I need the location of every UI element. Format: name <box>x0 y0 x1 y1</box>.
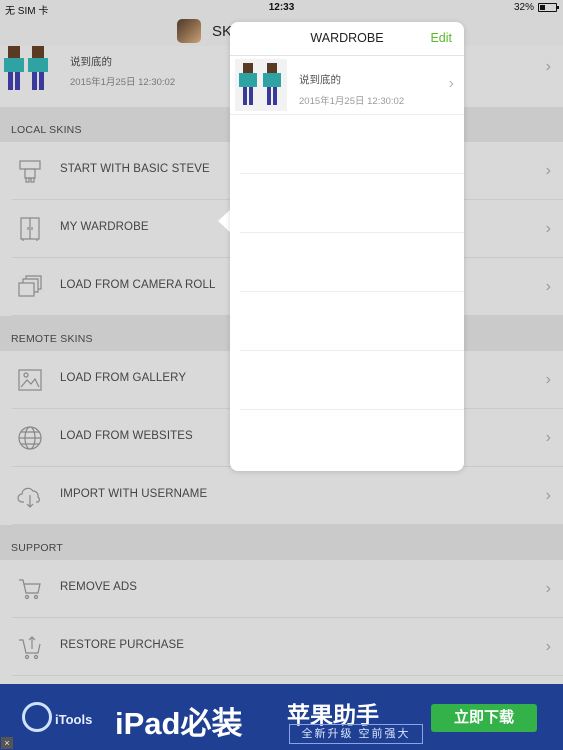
chevron-right-icon: › <box>545 162 551 179</box>
menu-item-restore-purchase[interactable]: RESTORE PURCHASE › <box>0 618 563 676</box>
ad-brand: iTools <box>55 712 93 727</box>
photos-icon <box>18 275 42 297</box>
chevron-right-icon: › <box>545 487 551 504</box>
wardrobe-item-title: 说到底的 <box>299 74 341 86</box>
cart-restore-icon <box>19 636 41 660</box>
menu-item-label: IMPORT WITH USERNAME <box>60 488 208 500</box>
menu-item-label: MY WARDROBE <box>60 221 149 233</box>
wardrobe-icon <box>20 217 40 241</box>
ad-headline: iPad必装 <box>115 706 243 741</box>
chevron-right-icon: › <box>545 580 551 597</box>
skin-thumbnail <box>235 59 287 111</box>
menu-item-label: LOAD FROM CAMERA ROLL <box>60 279 216 291</box>
ad-close-icon[interactable]: × <box>1 737 13 749</box>
globe-icon <box>18 426 42 450</box>
cloud-download-icon <box>17 487 40 508</box>
menu-item-label: LOAD FROM WEBSITES <box>60 430 193 442</box>
menu-item-label: REMOVE ADS <box>60 581 138 593</box>
menu-item-label: LOAD FROM GALLERY <box>60 372 187 384</box>
popover-title: WARDROBE <box>310 31 384 45</box>
chevron-right-icon: › <box>545 278 551 295</box>
popover-header: WARDROBE Edit <box>230 22 464 56</box>
chevron-right-icon: › <box>545 638 551 655</box>
section-title: SUPPORT <box>11 542 63 554</box>
empty-row <box>240 174 464 233</box>
empty-row <box>240 292 464 351</box>
section-title: LOCAL SKINS <box>11 124 82 136</box>
chevron-right-icon: › <box>545 429 551 446</box>
status-bar: 无 SIM 卡 12:33 32% <box>0 0 563 17</box>
ad-banner[interactable]: iTools iPad必装 苹果助手 全新升级 空前强大 立即下载 × <box>0 684 563 750</box>
menu-item-username[interactable]: IMPORT WITH USERNAME › <box>0 467 563 525</box>
battery-icon <box>538 3 559 12</box>
chevron-right-icon: › <box>545 220 551 237</box>
clock: 12:33 <box>268 2 295 13</box>
menu-item-label: RESTORE PURCHASE <box>60 639 185 651</box>
edit-button[interactable]: Edit <box>430 31 452 45</box>
empty-row <box>240 351 464 410</box>
image-icon <box>18 369 42 391</box>
app-icon <box>177 19 201 43</box>
steve-icon <box>19 160 41 183</box>
chevron-right-icon: › <box>545 371 551 388</box>
cart-icon <box>19 579 41 600</box>
section-header-support: SUPPORT <box>0 525 563 560</box>
ad-tagline: 全新升级 空前强大 <box>289 724 423 744</box>
itools-logo-icon <box>22 702 52 732</box>
menu-item-remove-ads[interactable]: REMOVE ADS › <box>0 560 563 618</box>
current-skin-date: 2015年1月25日 12:30:02 <box>70 77 176 88</box>
current-skin-title: 说到底的 <box>70 56 112 68</box>
menu-item-label: START WITH BASIC STEVE <box>60 163 210 175</box>
battery-percent: 32% <box>513 2 534 13</box>
chevron-right-icon: › <box>448 75 454 92</box>
wardrobe-popover: WARDROBE Edit 说到底的 2015年1月25日 12:30:02 › <box>230 22 464 471</box>
empty-row <box>240 233 464 292</box>
battery-group: 32% <box>513 2 559 13</box>
wardrobe-item[interactable]: 说到底的 2015年1月25日 12:30:02 › <box>230 56 464 115</box>
chevron-right-icon: › <box>545 58 551 75</box>
skin-thumbnail <box>4 46 48 90</box>
empty-row <box>240 115 464 174</box>
nav-title: SK <box>212 23 233 40</box>
ad-download-button[interactable]: 立即下载 <box>431 704 537 732</box>
section-title: REMOTE SKINS <box>11 333 93 345</box>
wardrobe-item-date: 2015年1月25日 12:30:02 <box>299 96 405 107</box>
